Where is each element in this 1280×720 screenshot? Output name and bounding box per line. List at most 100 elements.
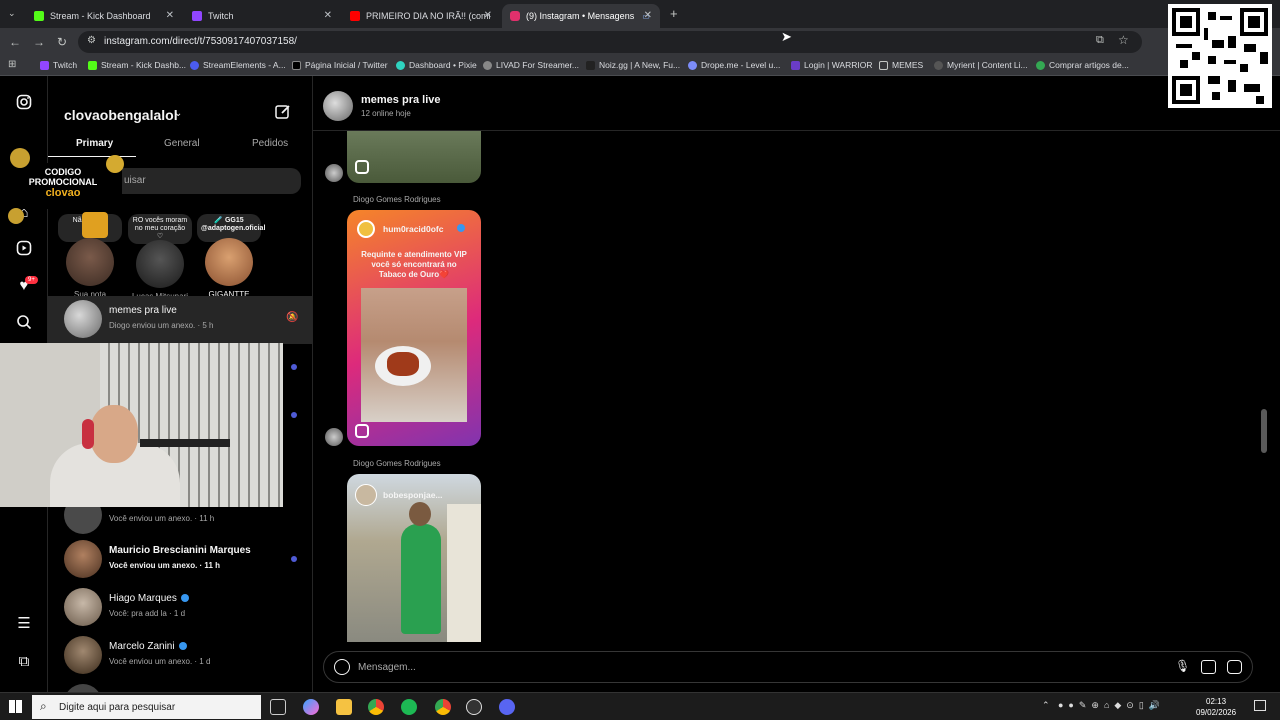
bookmark-warrior[interactable]: Login | WARRIOR [791,60,873,70]
url-text[interactable]: instagram.com/direct/t/7530917407037158/ [104,36,297,47]
conversation-memes-pra-live[interactable]: memes pra live Diogo enviou um anexo. · … [48,296,312,344]
bookmark-livad[interactable]: LIVAD For Streamer... [483,60,579,70]
tab-general[interactable]: General [164,138,200,149]
file-explorer-icon[interactable] [336,699,352,715]
conversation-name: Mauricio Brescianini Marques [109,545,251,556]
conversation-hiago[interactable]: Hiago Marques Você: pra add la · 1 d [48,584,312,632]
bookmark-comprar[interactable]: Comprar artigos de... [1036,60,1129,70]
reel-author-handle: bobesponjae... [383,490,443,500]
headphones [82,419,94,449]
group-avatar[interactable] [323,91,353,121]
avatar [205,238,253,286]
conversation-row[interactable] [48,680,312,692]
image-icon[interactable] [1201,660,1216,674]
close-tab-icon[interactable]: ✕ [644,10,652,21]
bookmark-streamelements[interactable]: StreamElements - A... [190,60,286,70]
account-username[interactable]: clovaobengalalol [64,107,178,123]
folder-icon [879,60,888,70]
microphone-icon[interactable]: 🎙 [1175,659,1190,673]
tab-instagram[interactable]: (9) Instagram • Mensagens ▭ ✕ [502,4,660,28]
promo-line2: PROMOCIONAL [28,177,98,187]
taskbar-search[interactable]: ⌕ Digite aqui para pesquisar [32,695,261,719]
meta-apps-icon[interactable]: ⧉ [14,652,34,672]
close-tab-icon[interactable]: ✕ [324,10,332,21]
emoji-icon[interactable] [334,659,350,675]
reload-icon[interactable]: ↻ [57,35,67,49]
apps-grid-icon[interactable]: ⊞ [8,59,16,70]
tab-list-chevron-icon[interactable]: ⌄ [8,8,16,19]
omnibox[interactable]: ⚙ instagram.com/direct/t/753091740703715… [78,31,1142,53]
reel-thumbnail-head [409,502,431,526]
menu-icon[interactable]: ☰ [14,614,34,634]
twitch-icon [192,11,202,21]
search-icon[interactable] [14,314,34,334]
avatar [136,240,184,288]
discord-icon[interactable] [499,699,515,715]
shared-reel-card[interactable]: hum0racid0ofc Requinte e atendimento VIP… [347,210,481,446]
bookmark-pixie[interactable]: Dashboard • Pixie [396,60,477,70]
conversation-marcelo[interactable]: Marcelo Zanini Você enviou um anexo. · 1… [48,632,312,680]
unread-dot [291,364,297,370]
close-tab-icon[interactable]: ✕ [166,10,174,21]
tab-twitch[interactable]: Twitch ✕ [184,4,340,28]
avatar [64,540,102,578]
shared-reel-card[interactable] [347,131,481,183]
forward-arrow-icon[interactable]: → [33,35,45,49]
copilot-icon[interactable] [303,699,319,715]
install-app-icon[interactable]: ⧉ [1096,34,1104,47]
chat-header: memes pra live 12 online hoje [313,76,1280,131]
instagram-logo-icon[interactable] [14,94,34,114]
conversation-mauricio[interactable]: Mauricio Brescianini Marques Você enviou… [48,536,312,584]
bookmark-noiz[interactable]: Noiz.gg | A New, Fu... [586,60,680,70]
shared-reel-card[interactable]: bobesponjae... [347,474,481,642]
reel-caption: Requinte e atendimento VIP você só encon… [361,250,467,279]
close-tab-icon[interactable]: ✕ [484,10,492,21]
new-message-icon[interactable] [274,103,292,126]
chat-scrollbar[interactable] [1261,409,1267,453]
chrome-icon[interactable] [368,699,384,715]
drope-icon [688,60,697,70]
bookmark-myrient[interactable]: Myrient | Content Li... [934,60,1028,70]
bookmark-star-icon[interactable]: ☆ [1118,33,1129,47]
tab-kick-dashboard[interactable]: Stream - Kick Dashboard ✕ [26,4,182,28]
tab-pedidos[interactable]: Pedidos [252,138,288,149]
bookmark-drope[interactable]: Drope.me - Level u... [688,60,780,70]
chrome-active-icon[interactable] [435,699,451,715]
obs-icon[interactable] [466,699,482,715]
tray-icons[interactable]: ●●✎⊕⌂◆⊙▯🔊 [1058,700,1165,711]
gold-coin-icon [106,155,124,173]
task-view-icon[interactable] [270,699,286,715]
tray-chevron-icon[interactable]: ⌃ [1042,700,1050,711]
message-input[interactable]: Mensagem... [358,662,416,673]
chevron-down-icon[interactable]: ⌄ [174,108,182,119]
note-lucas[interactable]: RO vocês moram no meu coração ♡ Lucas Mi… [128,214,192,301]
tab-youtube[interactable]: PRIMEIRO DIA NO IRÃ!! (comid ✕ [342,4,500,28]
gold-coin-icon [8,208,24,224]
spotify-icon[interactable] [401,699,417,715]
avatar [66,238,114,286]
reels-icon[interactable] [14,240,34,260]
noiz-icon [586,60,595,70]
bookmark-folder-memes[interactable]: MEMES [879,60,923,70]
notification-center-icon[interactable] [1254,700,1266,711]
message-composer[interactable]: Mensagem... 🎙 [323,651,1253,683]
bookmark-twitch[interactable]: Twitch [40,60,77,70]
back-arrow-icon[interactable]: ← [9,35,21,49]
site-info-icon[interactable]: ⚙ [87,35,96,46]
bookmark-kick[interactable]: Stream - Kick Dashb... [88,60,186,70]
conversation-name: memes pra live [109,305,177,316]
taskbar-clock[interactable]: 02:13 09/02/2026 [1196,696,1236,718]
chat-title[interactable]: memes pra live [361,94,441,106]
note-gigantte[interactable]: 🧪 GG15 @adaptogen.oficial GIGANTTE [197,214,265,299]
search-placeholder: uisar [124,175,146,186]
taskbar-search-text: Digite aqui para pesquisar [59,702,176,713]
bookmark-twitter[interactable]: Página Inicial / Twitter [292,60,388,70]
reel-icon [355,424,369,438]
tab-primary[interactable]: Primary [76,138,113,149]
unread-dot [291,412,297,418]
reel-thumbnail [361,288,467,422]
promo-code-overlay: CODIGO PROMOCIONAL clovao [4,163,122,209]
sticker-icon[interactable] [1227,660,1242,674]
windows-start-icon[interactable] [9,700,22,713]
new-tab-button[interactable]: + [670,6,678,21]
